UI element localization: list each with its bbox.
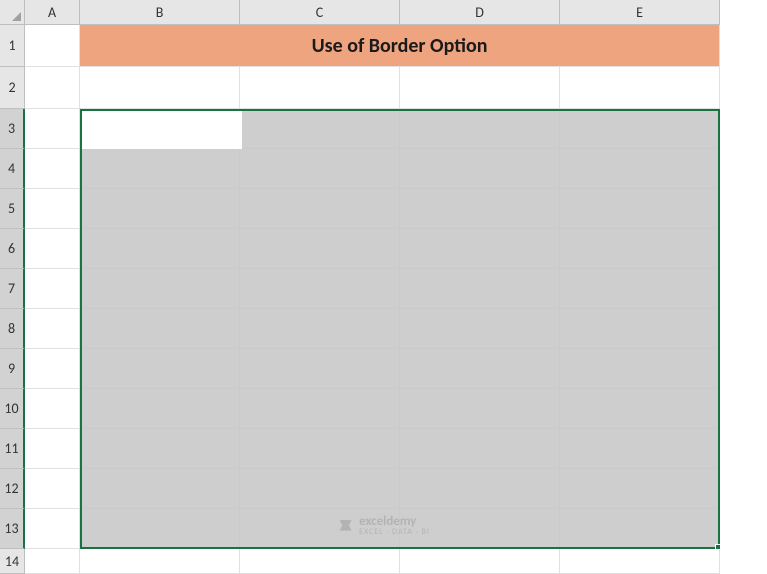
cell-d6[interactable]	[400, 229, 560, 269]
cell-e14[interactable]	[560, 549, 720, 574]
col-header-b[interactable]: B	[80, 0, 240, 25]
spreadsheet-grid[interactable]: A B C D E 1 Use of Border Option 2 3 4 5…	[0, 0, 767, 574]
cell-e6[interactable]	[560, 229, 720, 269]
cell-c6[interactable]	[240, 229, 400, 269]
cell-a4[interactable]	[25, 149, 80, 189]
cell-c9[interactable]	[240, 349, 400, 389]
cell-c11[interactable]	[240, 429, 400, 469]
cell-e8[interactable]	[560, 309, 720, 349]
select-all-corner[interactable]	[0, 0, 25, 25]
row-header-1[interactable]: 1	[0, 25, 25, 67]
cell-b4[interactable]	[80, 149, 240, 189]
cell-c2[interactable]	[240, 67, 400, 109]
cell-d4[interactable]	[400, 149, 560, 189]
cell-b9[interactable]	[80, 349, 240, 389]
cell-e4[interactable]	[560, 149, 720, 189]
cell-a1[interactable]	[25, 25, 80, 67]
cell-e7[interactable]	[560, 269, 720, 309]
cell-c3[interactable]	[240, 109, 400, 149]
cell-e10[interactable]	[560, 389, 720, 429]
row-header-4[interactable]: 4	[0, 149, 25, 189]
cell-e12[interactable]	[560, 469, 720, 509]
cell-e13[interactable]	[560, 509, 720, 549]
cell-d3[interactable]	[400, 109, 560, 149]
col-header-e[interactable]: E	[560, 0, 720, 25]
cell-a8[interactable]	[25, 309, 80, 349]
cell-b12[interactable]	[80, 469, 240, 509]
cell-c10[interactable]	[240, 389, 400, 429]
row-header-9[interactable]: 9	[0, 349, 25, 389]
cell-a9[interactable]	[25, 349, 80, 389]
cell-b13[interactable]	[80, 509, 240, 549]
cell-c5[interactable]	[240, 189, 400, 229]
row-header-7[interactable]: 7	[0, 269, 25, 309]
cell-d2[interactable]	[400, 67, 560, 109]
cell-d12[interactable]	[400, 469, 560, 509]
row-header-14[interactable]: 14	[0, 549, 25, 574]
cell-a7[interactable]	[25, 269, 80, 309]
row-header-13[interactable]: 13	[0, 509, 25, 549]
cell-a5[interactable]	[25, 189, 80, 229]
cell-b7[interactable]	[80, 269, 240, 309]
cell-b3[interactable]	[80, 109, 240, 149]
cell-a12[interactable]	[25, 469, 80, 509]
cell-c12[interactable]	[240, 469, 400, 509]
cell-b8[interactable]	[80, 309, 240, 349]
cell-a13[interactable]	[25, 509, 80, 549]
cell-d8[interactable]	[400, 309, 560, 349]
cell-b10[interactable]	[80, 389, 240, 429]
row-header-10[interactable]: 10	[0, 389, 25, 429]
row-header-3[interactable]: 3	[0, 109, 25, 149]
cell-b2[interactable]	[80, 67, 240, 109]
cell-a3[interactable]	[25, 109, 80, 149]
cell-e3[interactable]	[560, 109, 720, 149]
cell-b11[interactable]	[80, 429, 240, 469]
row-header-6[interactable]: 6	[0, 229, 25, 269]
row-header-11[interactable]: 11	[0, 429, 25, 469]
cell-c14[interactable]	[240, 549, 400, 574]
col-header-a[interactable]: A	[25, 0, 80, 25]
cell-e2[interactable]	[560, 67, 720, 109]
cell-e11[interactable]	[560, 429, 720, 469]
cell-d14[interactable]	[400, 549, 560, 574]
cell-c8[interactable]	[240, 309, 400, 349]
col-header-c[interactable]: C	[240, 0, 400, 25]
row-header-8[interactable]: 8	[0, 309, 25, 349]
cell-d5[interactable]	[400, 189, 560, 229]
cell-a11[interactable]	[25, 429, 80, 469]
cell-d11[interactable]	[400, 429, 560, 469]
cell-d13[interactable]	[400, 509, 560, 549]
row-header-2[interactable]: 2	[0, 67, 25, 109]
cell-b14[interactable]	[80, 549, 240, 574]
title-cell[interactable]: Use of Border Option	[80, 25, 720, 67]
cell-c13[interactable]	[240, 509, 400, 549]
col-header-d[interactable]: D	[400, 0, 560, 25]
cell-a6[interactable]	[25, 229, 80, 269]
cell-e5[interactable]	[560, 189, 720, 229]
cell-c7[interactable]	[240, 269, 400, 309]
cell-d10[interactable]	[400, 389, 560, 429]
cell-d7[interactable]	[400, 269, 560, 309]
cell-c4[interactable]	[240, 149, 400, 189]
cell-d9[interactable]	[400, 349, 560, 389]
cell-e9[interactable]	[560, 349, 720, 389]
cell-b6[interactable]	[80, 229, 240, 269]
cell-a10[interactable]	[25, 389, 80, 429]
cell-a2[interactable]	[25, 67, 80, 109]
row-header-12[interactable]: 12	[0, 469, 25, 509]
cell-b5[interactable]	[80, 189, 240, 229]
row-header-5[interactable]: 5	[0, 189, 25, 229]
cell-a14[interactable]	[25, 549, 80, 574]
